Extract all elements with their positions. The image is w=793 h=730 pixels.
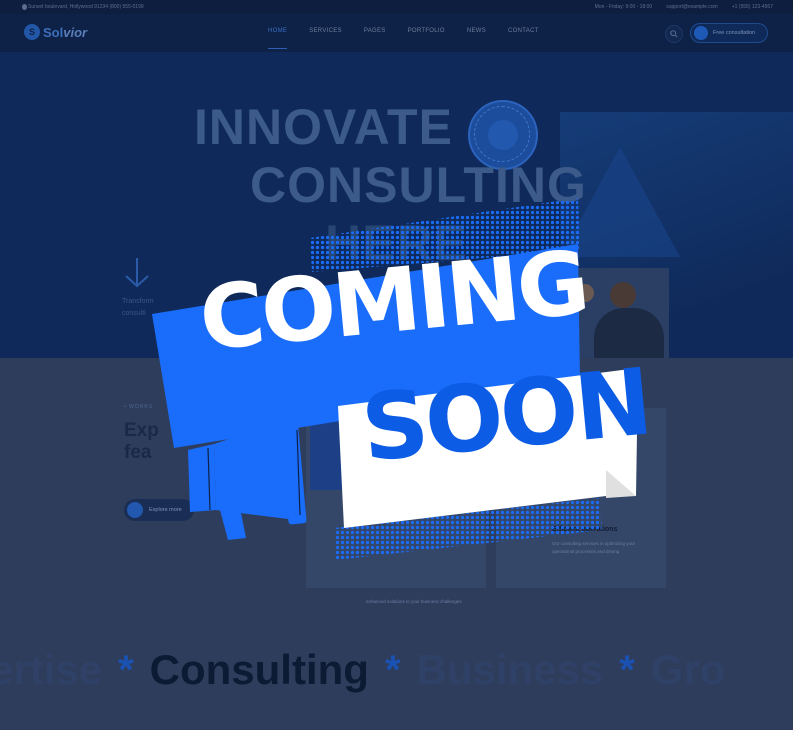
explore-more-button[interactable]: Explore more — [124, 499, 194, 521]
card-description: Our consulting services in optimizing yo… — [552, 541, 636, 554]
nav-item-pages[interactable]: Pages — [364, 28, 386, 49]
star-separator-icon: * — [619, 647, 635, 692]
main-nav: Home Services Pages Portfolio News Conta… — [268, 28, 539, 49]
nav-item-contact[interactable]: Contact — [508, 28, 539, 49]
marquee-ticker: ertise * Consulting * Business * Gro — [0, 640, 793, 700]
ticker-word: ertise — [0, 646, 103, 693]
free-consultation-button[interactable]: Free consultation — [690, 23, 768, 43]
soon-text: SOON — [357, 348, 654, 483]
card1-description: enhanced solutions to your business chal… — [366, 599, 462, 604]
hero-subtitle: Transform consulti — [122, 298, 154, 317]
section-tagline: • WORKS — [124, 404, 154, 410]
card-image — [310, 420, 362, 490]
star-separator-icon: * — [118, 647, 134, 692]
address-text: Sunset boulevard, Hollywood 91234 (800) … — [28, 4, 144, 10]
site-header: S Solvior Home Services Pages Portfolio … — [0, 14, 793, 52]
ticker-word: Business — [416, 646, 604, 693]
star-separator-icon: * — [384, 647, 401, 692]
page: Sunset boulevard, Hollywood 91234 (800) … — [0, 0, 793, 730]
logo-mark-icon: S — [24, 24, 40, 40]
hero-heading-line2: CONSULTING — [250, 157, 587, 213]
nav-item-portfolio[interactable]: Portfolio — [408, 28, 445, 49]
ticker-word: Gro — [650, 646, 726, 693]
logo-text: Solvior — [43, 24, 88, 40]
nav-item-news[interactable]: News — [467, 28, 486, 49]
email-link[interactable]: support@example.com — [666, 4, 718, 10]
section-title: Exp r core fea — [124, 420, 249, 463]
ticker-word: Consulting — [149, 646, 369, 693]
search-button[interactable] — [665, 25, 683, 43]
hero-heading-line1: INNOVATE — [194, 99, 453, 155]
search-icon — [670, 30, 678, 38]
card-title: Efficient operations — [552, 526, 618, 533]
cta-label: Free consultation — [713, 30, 756, 36]
arrow-icon — [127, 502, 143, 518]
arrow-down-icon — [125, 258, 149, 288]
logo[interactable]: S Solvior — [24, 24, 87, 40]
phone-icon — [694, 26, 708, 40]
top-info-bar: Sunset boulevard, Hollywood 91234 (800) … — [0, 0, 793, 14]
phone-link[interactable]: +1 (555) 123-4567 — [732, 4, 773, 10]
location-pin-icon — [22, 4, 27, 10]
nav-item-services[interactable]: Services — [309, 28, 342, 49]
nav-item-home[interactable]: Home — [268, 28, 288, 49]
hours-text: Mon - Friday: 9:00 - 18:00 — [594, 4, 653, 10]
